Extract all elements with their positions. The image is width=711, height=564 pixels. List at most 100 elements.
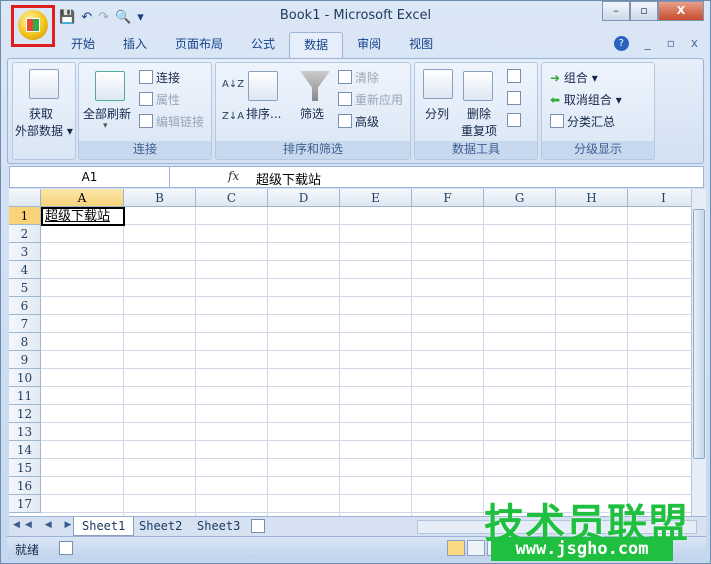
formula-bar: A1 fx 超级下载站 <box>9 166 704 188</box>
insert-sheet-icon[interactable] <box>251 519 265 533</box>
remove-duplicates-label[interactable]: 重复项 <box>461 122 497 139</box>
gridline <box>41 404 691 405</box>
ribbon-close-button[interactable]: x <box>691 36 698 51</box>
row-header-4[interactable]: 4 <box>9 261 41 279</box>
column-header-I[interactable]: I <box>628 189 691 207</box>
advanced-button[interactable]: 高级 <box>338 113 379 130</box>
ungroup-button[interactable]: ⬅ 取消组合 ▾ <box>550 91 622 108</box>
minimize-button[interactable]: – <box>602 1 630 21</box>
row-header-14[interactable]: 14 <box>9 441 41 459</box>
row-header-5[interactable]: 5 <box>9 279 41 297</box>
column-header-B[interactable]: B <box>124 189 196 207</box>
close-button[interactable]: X <box>658 1 704 21</box>
row-header-11[interactable]: 11 <box>9 387 41 405</box>
column-header-E[interactable]: E <box>340 189 412 207</box>
scroll-thumb[interactable] <box>693 209 705 459</box>
filter-button[interactable]: 筛选 <box>300 105 324 122</box>
title-bar: 💾 ↶ ↷ 🔍 ▾ Book1 - Microsoft Excel – ▫ X <box>1 1 710 47</box>
properties-button[interactable]: 属性 <box>139 91 180 108</box>
column-header-G[interactable]: G <box>484 189 556 207</box>
group-button[interactable]: ➜ 组合 ▾ <box>550 69 598 86</box>
select-all-corner[interactable] <box>9 189 41 207</box>
column-header-D[interactable]: D <box>268 189 340 207</box>
row-header-7[interactable]: 7 <box>9 315 41 333</box>
tab-3[interactable]: 公式 <box>237 32 289 59</box>
gridline <box>411 207 412 516</box>
office-button[interactable] <box>11 5 55 47</box>
restore-button[interactable]: ▫ <box>630 1 658 21</box>
get-external-data-label[interactable]: 外部数据 ▾ <box>15 122 73 139</box>
tab-6[interactable]: 视图 <box>395 32 447 59</box>
reapply-button[interactable]: 重新应用 <box>338 91 403 108</box>
group-label: 数据工具 <box>415 141 537 159</box>
link-icon <box>139 114 153 128</box>
sort-button[interactable]: 排序... <box>246 105 281 122</box>
sheet-tab-Sheet3[interactable]: Sheet3 <box>189 517 248 536</box>
external-data-icon <box>29 69 59 99</box>
what-if-analysis-icon[interactable] <box>507 113 521 127</box>
column-header-H[interactable]: H <box>556 189 628 207</box>
name-box[interactable]: A1 <box>10 167 170 187</box>
sheet-tab-Sheet1[interactable]: Sheet1 <box>73 517 135 536</box>
tab-1[interactable]: 插入 <box>109 32 161 59</box>
formula-input[interactable]: 超级下载站 <box>256 169 321 188</box>
insert-function-button[interactable]: fx <box>228 169 239 183</box>
subtotal-button[interactable]: 分类汇总 <box>550 113 615 130</box>
column-header-A[interactable]: A <box>41 189 124 207</box>
remove-duplicates-button[interactable]: 删除 <box>467 105 491 122</box>
gridline <box>41 368 691 369</box>
gridline <box>41 296 691 297</box>
advanced-filter-icon <box>338 114 352 128</box>
worksheet-grid[interactable]: A B C D E F G H I 1 2 3 4 5 6 7 8 9 10 11 12 13 14 15 16 17 超级下载站 <box>9 189 691 516</box>
sheet-tab-Sheet2[interactable]: Sheet2 <box>131 517 190 536</box>
ribbon-minimize-button[interactable]: _ <box>645 36 651 51</box>
tab-2[interactable]: 页面布局 <box>161 32 237 59</box>
gridline <box>41 476 691 477</box>
row-header-12[interactable]: 12 <box>9 405 41 423</box>
subtotal-icon <box>550 114 564 128</box>
sort-az-button[interactable]: A↓Z <box>222 79 244 90</box>
gridline <box>339 207 340 516</box>
tab-4[interactable]: 数据 <box>289 32 344 59</box>
clear-button[interactable]: 清除 <box>338 69 379 86</box>
row-header-6[interactable]: 6 <box>9 297 41 315</box>
status-ready: 就绪 <box>15 543 40 557</box>
column-header-F[interactable]: F <box>412 189 484 207</box>
refresh-all-button[interactable]: 全部刷新 <box>83 105 131 122</box>
cell-A1[interactable]: 超级下载站 <box>41 207 125 226</box>
row-header-1[interactable]: 1 <box>9 207 41 225</box>
get-external-data-button[interactable]: 获取 <box>29 105 53 122</box>
sort-za-button[interactable]: Z↓A <box>222 111 244 122</box>
gridline <box>555 207 556 516</box>
gridline <box>41 332 691 333</box>
help-icon[interactable]: ? <box>613 36 629 51</box>
ribbon-restore-button[interactable]: ▫ <box>667 36 675 51</box>
row-header-10[interactable]: 10 <box>9 369 41 387</box>
gridline <box>41 260 691 261</box>
page-layout-view-button[interactable] <box>467 540 485 556</box>
column-header-C[interactable]: C <box>196 189 268 207</box>
row-header-3[interactable]: 3 <box>9 243 41 261</box>
tab-5[interactable]: 审阅 <box>343 32 395 59</box>
vertical-scrollbar[interactable] <box>691 189 706 516</box>
data-validation-icon[interactable] <box>507 69 521 83</box>
consolidate-icon[interactable] <box>507 91 521 105</box>
gridline <box>195 207 196 516</box>
watermark-url: www.jsgho.com <box>491 537 673 561</box>
row-header-16[interactable]: 16 <box>9 477 41 495</box>
row-header-9[interactable]: 9 <box>9 351 41 369</box>
edit-links-button[interactable]: 编辑链接 <box>139 113 204 130</box>
row-header-15[interactable]: 15 <box>9 459 41 477</box>
row-header-2[interactable]: 2 <box>9 225 41 243</box>
text-to-columns-button[interactable]: 分列 <box>425 105 449 122</box>
row-header-8[interactable]: 8 <box>9 333 41 351</box>
group-label: 排序和筛选 <box>216 141 410 159</box>
connections-button[interactable]: 连接 <box>139 69 180 86</box>
tab-0[interactable]: 开始 <box>57 32 109 59</box>
row-header-13[interactable]: 13 <box>9 423 41 441</box>
chevron-down-icon[interactable]: ▾ <box>103 121 108 131</box>
macro-record-icon[interactable] <box>59 541 73 555</box>
normal-view-button[interactable] <box>447 540 465 556</box>
row-header-17[interactable]: 17 <box>9 495 41 513</box>
gridline <box>41 314 691 315</box>
